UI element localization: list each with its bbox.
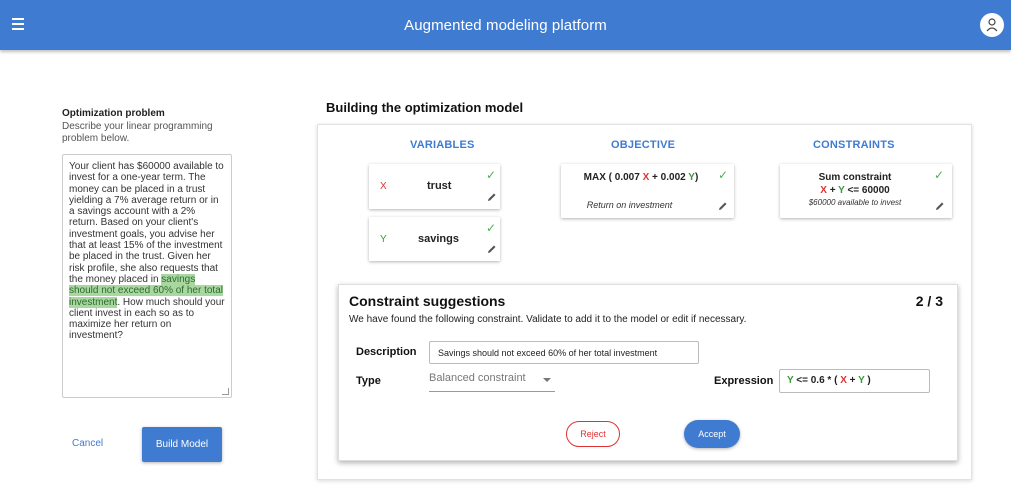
constraint-title: Sum constraint <box>818 172 892 183</box>
problem-title: Optimization problem <box>62 108 165 119</box>
objective-card[interactable]: MAX ( 0.007 X + 0.002 Y) ✓ Return on inv… <box>561 164 734 218</box>
check-icon: ✓ <box>934 168 945 182</box>
edit-pencil-icon[interactable] <box>935 201 945 211</box>
variable-letter-x: X <box>380 181 387 192</box>
variable-name-savings: savings <box>418 233 459 245</box>
suggestions-counter: 2 / 3 <box>915 293 943 309</box>
edit-pencil-icon[interactable] <box>487 244 497 254</box>
check-icon: ✓ <box>486 221 497 235</box>
app-title: Augmented modeling platform <box>404 17 607 34</box>
variable-letter-y: Y <box>380 234 387 245</box>
variables-header: VARIABLES <box>410 139 475 151</box>
type-label: Type <box>356 375 381 387</box>
user-avatar-icon[interactable] <box>980 13 1004 37</box>
build-model-button[interactable]: Build Model <box>142 427 222 462</box>
constraint-suggestions-panel: Constraint suggestions 2 / 3 We have fou… <box>338 284 958 461</box>
objective-description: Return on investment <box>586 200 673 210</box>
expression-input[interactable]: Y <= 0.6 * ( X + Y ) <box>779 369 930 393</box>
constraint-expression: X + Y <= 60000 <box>820 185 890 196</box>
expression-label: Expression <box>714 375 774 387</box>
problem-subtitle: Describe your linear programming problem… <box>62 121 213 144</box>
variable-card-y[interactable]: Y savings ✓ <box>369 217 500 261</box>
description-input[interactable] <box>429 341 699 364</box>
variable-name-trust: trust <box>427 180 452 192</box>
objective-expression: MAX ( 0.007 X + 0.002 Y) <box>583 172 699 183</box>
app-bar: Augmented modeling platform <box>0 0 1011 50</box>
constraints-header: CONSTRAINTS <box>813 139 895 151</box>
problem-text-before: Your client has $60000 available to inve… <box>69 161 224 285</box>
constraint-card-sum[interactable]: Sum constraint X + Y <= 60000 $60000 ava… <box>780 164 952 218</box>
model-title: Building the optimization model <box>326 100 524 115</box>
check-icon: ✓ <box>718 168 729 182</box>
suggestions-intro: We have found the following constraint. … <box>349 314 747 325</box>
accept-button[interactable]: Accept <box>684 420 740 448</box>
variable-card-x[interactable]: X trust ✓ <box>369 164 500 209</box>
objective-header: OBJECTIVE <box>611 139 676 151</box>
problem-panel: Optimization problem Describe your linea… <box>62 108 234 145</box>
constraint-description: $60000 available to invest <box>808 198 902 207</box>
description-label: Description <box>356 346 417 358</box>
suggestions-title: Constraint suggestions <box>349 293 506 309</box>
problem-textarea[interactable]: Your client has $60000 available to inve… <box>62 154 232 398</box>
check-icon: ✓ <box>486 168 497 182</box>
chevron-down-icon <box>543 378 551 382</box>
reject-button[interactable]: Reject <box>566 421 620 447</box>
edit-pencil-icon[interactable] <box>487 192 497 202</box>
type-select[interactable]: Balanced constraint <box>429 372 555 392</box>
resize-handle-icon[interactable] <box>222 388 229 395</box>
edit-pencil-icon[interactable] <box>718 201 728 211</box>
type-select-value: Balanced constraint <box>429 372 526 384</box>
cancel-button[interactable]: Cancel <box>72 438 103 449</box>
